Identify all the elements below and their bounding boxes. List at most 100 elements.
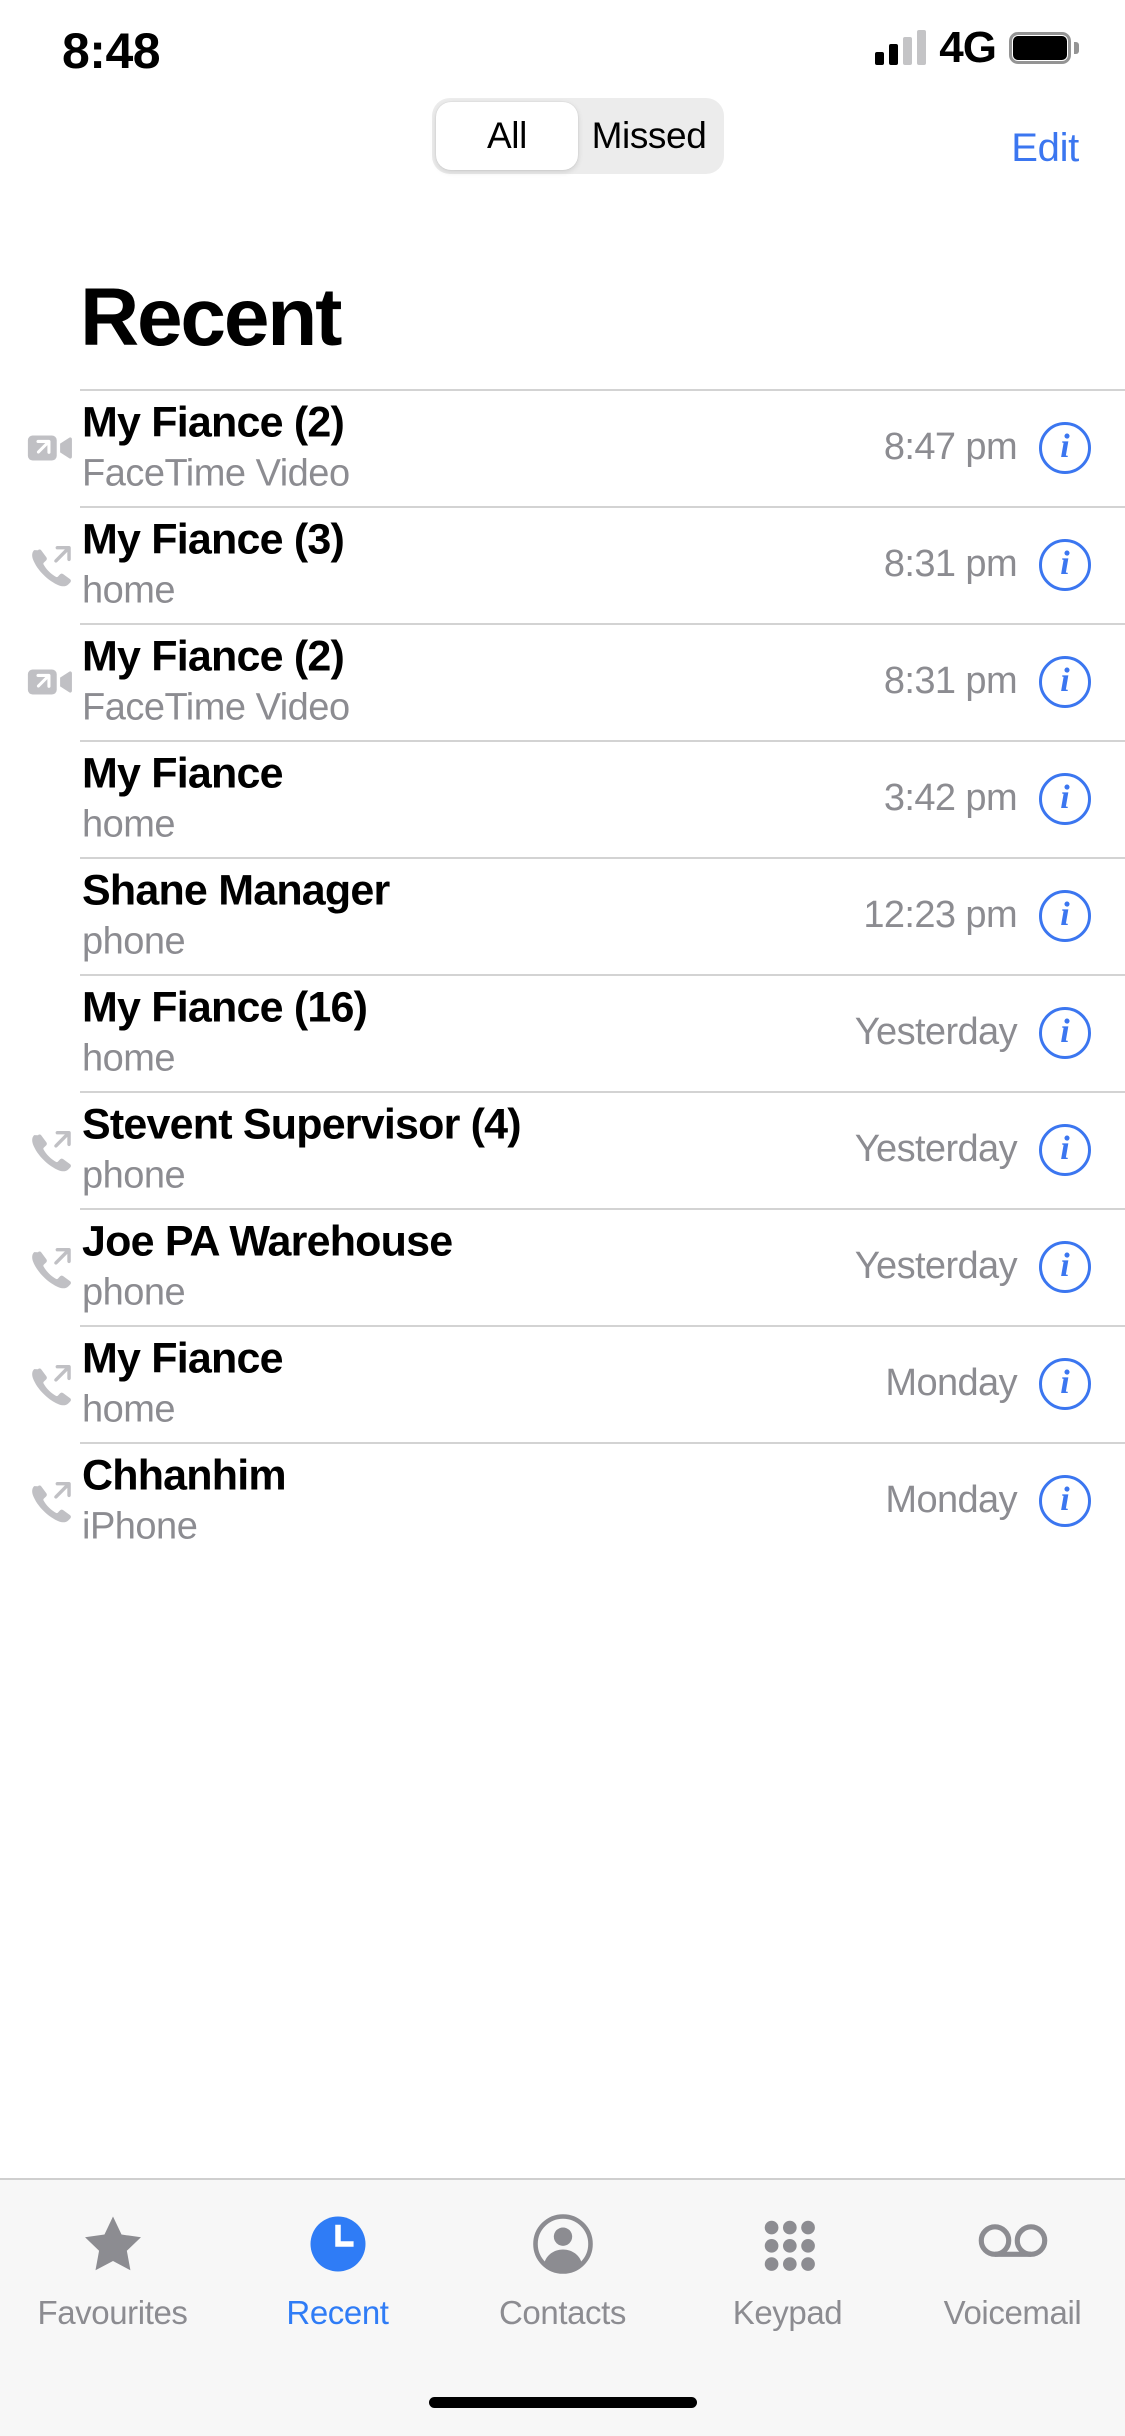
- call-info: My Fiance home: [82, 1334, 284, 1433]
- row-separator: [80, 389, 1125, 391]
- call-info: Shane Manager phone: [82, 866, 390, 965]
- call-info: Joe PA Warehouse phone: [82, 1217, 453, 1316]
- call-meta: 8:31 pm i: [883, 538, 1091, 591]
- tab-keypad[interactable]: Keypad: [675, 2180, 900, 2436]
- call-label: phone: [82, 1155, 186, 1198]
- row-separator: [80, 1208, 1125, 1210]
- none: [24, 1007, 76, 1059]
- call-list-item[interactable]: My Fiance home 3:42 pm i: [0, 740, 1125, 857]
- row-separator: [80, 1091, 1125, 1093]
- tab-voicemail[interactable]: Voicemail: [900, 2180, 1125, 2436]
- call-contact-name: My Fiance (16): [82, 983, 368, 1032]
- phone-screen: 8:48 4G All Missed Edit Recent My Fiance: [0, 0, 1125, 2436]
- facetime-video-outgoing-icon: [24, 422, 76, 474]
- row-separator: [80, 1442, 1125, 1444]
- call-timestamp: Monday: [885, 1362, 1017, 1404]
- call-label: home: [82, 1038, 176, 1081]
- call-contact-name: Shane Manager: [82, 866, 390, 915]
- call-label: home: [82, 570, 176, 613]
- star-icon: [77, 2208, 149, 2280]
- battery-full-icon: [1009, 32, 1079, 64]
- call-label: phone: [82, 1272, 186, 1315]
- tab-label: Keypad: [732, 2294, 843, 2331]
- status-indicators: 4G: [875, 23, 1079, 72]
- info-circle-icon[interactable]: i: [1039, 1006, 1091, 1059]
- call-meta: 3:42 pm i: [883, 772, 1091, 825]
- call-contact-name: My Fiance: [82, 1334, 284, 1383]
- call-list-item[interactable]: My Fiance (2) FaceTime Video 8:47 pm i: [0, 389, 1125, 506]
- call-label: home: [82, 1389, 176, 1432]
- call-list-item[interactable]: My Fiance (16) home Yesterday i: [0, 974, 1125, 1091]
- call-list-item[interactable]: My Fiance home Monday i: [0, 1325, 1125, 1442]
- recent-calls-list[interactable]: My Fiance (2) FaceTime Video 8:47 pm i M…: [0, 389, 1125, 2178]
- info-circle-icon[interactable]: i: [1039, 421, 1091, 474]
- call-list-item[interactable]: My Fiance (3) home 8:31 pm i: [0, 506, 1125, 623]
- info-circle-icon[interactable]: i: [1039, 1240, 1091, 1293]
- call-timestamp: Yesterday: [854, 1128, 1018, 1170]
- call-contact-name: Joe PA Warehouse: [82, 1217, 453, 1266]
- call-meta: 8:31 pm i: [884, 655, 1091, 708]
- segment-all[interactable]: All: [436, 102, 578, 170]
- call-list-item[interactable]: My Fiance (2) FaceTime Video 8:31 pm i: [0, 623, 1125, 740]
- row-separator: [80, 623, 1125, 625]
- home-indicator: [428, 2397, 697, 2408]
- clock-icon: [302, 2208, 374, 2280]
- call-list-item[interactable]: Shane Manager phone 12:23 pm i: [0, 857, 1125, 974]
- phone-outgoing-icon: [24, 1475, 76, 1527]
- call-contact-name: Stevent Supervisor (4): [82, 1100, 522, 1149]
- person-icon: [527, 2208, 599, 2280]
- call-meta: Monday i: [885, 1357, 1091, 1410]
- call-label: iPhone: [82, 1506, 198, 1549]
- phone-outgoing-icon: [24, 1241, 76, 1293]
- info-circle-icon[interactable]: i: [1039, 772, 1091, 825]
- call-filter-segmented-control[interactable]: All Missed: [216, 98, 724, 174]
- edit-button[interactable]: Edit: [1011, 126, 1079, 171]
- page-title: Recent: [80, 272, 342, 363]
- call-timestamp: Monday: [885, 1479, 1017, 1521]
- tab-favourites[interactable]: Favourites: [0, 2180, 225, 2436]
- info-circle-icon[interactable]: i: [1039, 1474, 1091, 1527]
- call-label: FaceTime Video: [82, 687, 350, 730]
- call-meta: Yesterday i: [854, 1240, 1091, 1293]
- phone-outgoing-icon: [24, 1124, 76, 1176]
- info-circle-icon[interactable]: i: [1039, 538, 1091, 591]
- network-type-label: 4G: [939, 23, 997, 72]
- call-list-item[interactable]: Chhanhim iPhone Monday i: [0, 1442, 1125, 1559]
- info-circle-icon[interactable]: i: [1039, 1357, 1091, 1410]
- row-separator: [80, 506, 1125, 508]
- call-label: phone: [82, 921, 186, 964]
- facetime-video-outgoing-icon: [24, 656, 76, 708]
- info-circle-icon[interactable]: i: [1039, 889, 1091, 942]
- tab-label: Voicemail: [943, 2294, 1082, 2331]
- none: [24, 890, 76, 942]
- tab-recent[interactable]: Recent: [225, 2180, 450, 2436]
- call-timestamp: Yesterday: [854, 1245, 1018, 1287]
- call-info: Chhanhim iPhone: [82, 1451, 287, 1550]
- keypad-icon: [752, 2208, 824, 2280]
- call-contact-name: My Fiance: [82, 749, 284, 798]
- call-meta: 12:23 pm i: [863, 889, 1091, 942]
- row-separator: [80, 740, 1125, 742]
- info-circle-icon[interactable]: i: [1039, 655, 1091, 708]
- tab-label: Favourites: [37, 2294, 188, 2331]
- call-timestamp: 12:23 pm: [863, 894, 1017, 936]
- tab-label: Recent: [286, 2294, 389, 2331]
- call-contact-name: Chhanhim: [82, 1451, 287, 1500]
- call-label: FaceTime Video: [82, 453, 350, 496]
- row-separator: [80, 857, 1125, 859]
- call-timestamp: 3:42 pm: [883, 777, 1018, 819]
- call-list-item[interactable]: Stevent Supervisor (4) phone Yesterday i: [0, 1091, 1125, 1208]
- phone-outgoing-icon: [24, 1358, 76, 1410]
- call-meta: Yesterday i: [854, 1006, 1091, 1059]
- call-timestamp: 8:31 pm: [883, 543, 1018, 585]
- call-info: My Fiance (2) FaceTime Video: [82, 632, 350, 731]
- call-label: home: [82, 804, 176, 847]
- segment-missed[interactable]: Missed: [578, 102, 720, 170]
- call-info: My Fiance (2) FaceTime Video: [82, 398, 350, 497]
- none: [24, 773, 76, 825]
- info-circle-icon[interactable]: i: [1039, 1123, 1091, 1176]
- call-list-item[interactable]: Joe PA Warehouse phone Yesterday i: [0, 1208, 1125, 1325]
- call-contact-name: My Fiance (2): [82, 632, 345, 681]
- call-info: My Fiance (3) home: [82, 515, 345, 614]
- call-timestamp: Yesterday: [854, 1011, 1018, 1053]
